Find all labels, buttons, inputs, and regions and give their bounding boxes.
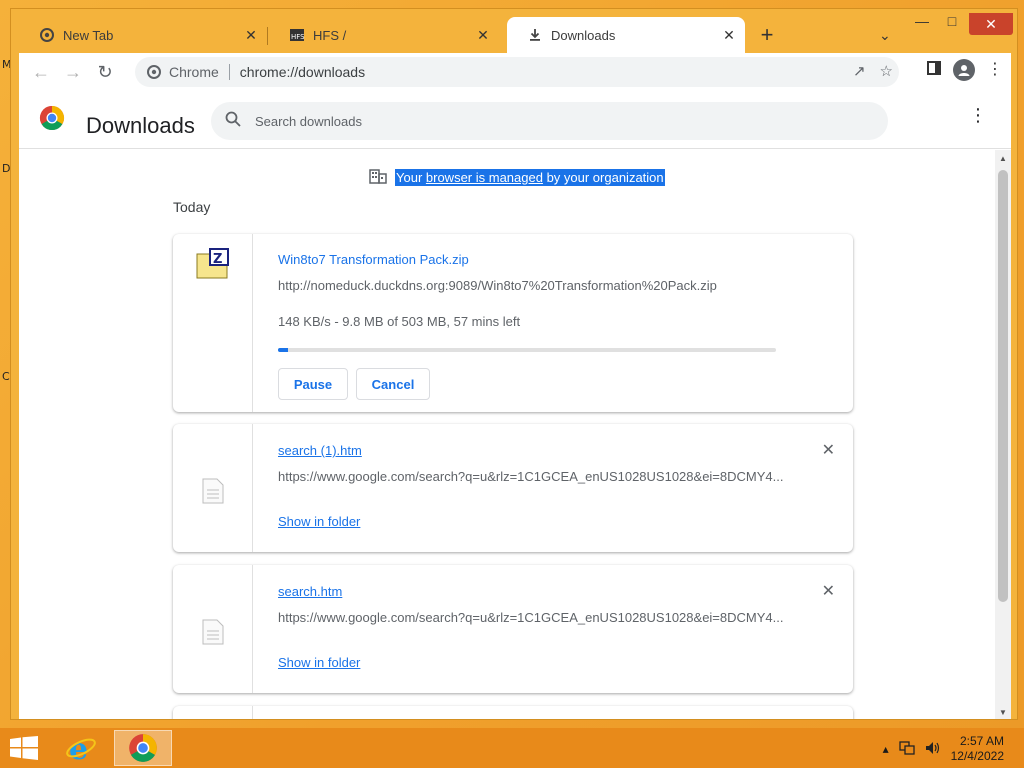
managed-link[interactable]: browser is managed <box>426 170 543 185</box>
tab-downloads[interactable]: Downloads ✕ <box>507 17 745 53</box>
profile-avatar-icon[interactable] <box>953 59 975 81</box>
download-status: 148 KB/s - 9.8 MB of 503 MB, 57 mins lef… <box>278 314 521 329</box>
scroll-down-arrow-icon[interactable]: ▼ <box>995 708 1011 717</box>
new-tab-button[interactable]: + <box>757 24 777 46</box>
minimize-button[interactable]: — <box>907 13 937 29</box>
download-file-name[interactable]: search.htm <box>278 584 342 599</box>
tab-title: Downloads <box>551 27 616 43</box>
scroll-up-arrow-icon[interactable]: ▲ <box>995 154 1011 163</box>
download-item: Z Win8to7 Transformation Pack.zip http:/… <box>173 234 853 412</box>
clock[interactable]: 2:57 AM 12/4/2022 <box>951 734 1004 764</box>
svg-text:Z: Z <box>213 252 222 267</box>
page-title: Downloads <box>86 113 195 138</box>
downloads-menu-icon[interactable]: ⋮ <box>969 106 987 124</box>
tab-close-icon[interactable]: ✕ <box>475 27 491 43</box>
maximize-button[interactable]: □ <box>937 13 967 29</box>
show-hidden-icons-chevron-icon[interactable]: ▴ <box>883 742 889 756</box>
file-icon-column: Z <box>173 234 253 412</box>
file-icon-column <box>173 706 253 719</box>
downloads-header: Downloads ⋮ <box>19 91 1011 149</box>
downloads-page: Downloads ⋮ Your browser is managed by y… <box>19 91 1011 719</box>
building-icon <box>369 168 387 187</box>
svg-text:e: e <box>69 732 88 764</box>
zip-file-icon: Z <box>196 248 230 412</box>
search-icon <box>225 111 241 132</box>
chrome-icon <box>39 27 55 43</box>
chrome-icon <box>147 65 161 79</box>
clock-time: 2:57 AM <box>959 734 1004 748</box>
download-progress-bar <box>278 348 776 352</box>
omnibox-divider <box>228 64 230 80</box>
back-button[interactable]: ← <box>25 56 57 88</box>
browser-window: — □ ✕ New Tab ✕ HFS HFS / ✕ Downloads ✕ … <box>10 8 1018 720</box>
download-item: search (1).htm ✕ https://www.google.com/… <box>173 424 853 552</box>
browser-toolbar: ← → ↻ Chrome chrome://downloads ↗ ☆ ⋮ <box>19 53 1011 91</box>
system-tray: ▴ 2:57 AM 12/4/2022 <box>883 734 1004 764</box>
desktop-icon-label[interactable]: C <box>2 370 10 383</box>
show-in-folder-link[interactable]: Show in folder <box>278 514 360 529</box>
internet-explorer-taskbar-button[interactable]: e <box>52 730 110 766</box>
download-file-name[interactable]: Win8to7 Transformation Pack.zip <box>278 252 469 267</box>
volume-icon[interactable] <box>925 741 941 758</box>
managed-notice: Your browser is managed by your organiza… <box>369 168 665 187</box>
tab-title: New Tab <box>63 27 114 43</box>
forward-button[interactable]: → <box>57 56 89 88</box>
start-button[interactable] <box>10 736 38 765</box>
scrollbar-thumb[interactable] <box>998 170 1008 602</box>
tab-new-tab[interactable]: New Tab ✕ <box>19 17 267 53</box>
cancel-button[interactable]: Cancel <box>356 368 430 400</box>
chrome-logo-icon <box>39 105 65 136</box>
document-icon <box>202 619 224 693</box>
address-bar[interactable]: Chrome chrome://downloads ↗ ☆ <box>135 57 899 87</box>
remove-item-close-icon[interactable]: ✕ <box>822 440 835 460</box>
reload-button[interactable]: ↻ <box>89 56 121 88</box>
download-url: http://nomeduck.duckdns.org:9089/Win8to7… <box>278 278 717 293</box>
pause-button[interactable]: Pause <box>278 368 348 400</box>
site-chip-label: Chrome <box>169 64 219 80</box>
tab-divider <box>267 27 268 45</box>
downloads-list: Your browser is managed by your organiza… <box>19 150 1011 719</box>
url-text[interactable]: chrome://downloads <box>240 64 365 80</box>
chrome-icon <box>129 734 157 762</box>
managed-prefix: Your <box>396 170 426 185</box>
hfs-icon: HFS <box>289 27 305 43</box>
managed-text: Your browser is managed by your organiza… <box>395 169 665 186</box>
download-file-name[interactable]: search (1).htm <box>278 443 362 458</box>
tab-search-chevron-icon[interactable]: ⌄ <box>879 27 891 44</box>
side-panel-icon[interactable] <box>927 60 941 80</box>
site-chip[interactable]: Chrome <box>147 64 219 80</box>
browser-menu-icon[interactable]: ⋮ <box>987 62 1003 78</box>
internet-explorer-icon: e <box>66 732 96 764</box>
share-icon[interactable]: ↗ <box>853 62 866 80</box>
window-close-button[interactable]: ✕ <box>969 13 1013 35</box>
document-icon <box>202 478 224 552</box>
clock-date: 12/4/2022 <box>950 749 1004 763</box>
file-icon-column <box>173 565 253 693</box>
windows-logo-icon <box>10 736 38 760</box>
date-group-label: Today <box>173 199 211 215</box>
download-url: https://www.google.com/search?q=u&rlz=1C… <box>278 469 784 484</box>
managed-suffix: by your organization <box>542 170 664 185</box>
file-icon-column <box>173 424 253 552</box>
taskbar: e ▴ 2:57 AM 12/4/2022 <box>0 728 1024 768</box>
progress-fill <box>278 348 288 352</box>
vertical-scrollbar[interactable]: ▲ ▼ <box>995 150 1011 719</box>
network-icon[interactable] <box>898 740 915 758</box>
tab-hfs[interactable]: HFS HFS / ✕ <box>269 17 499 53</box>
download-item: search.htm ✕ https://www.google.com/sear… <box>173 565 853 693</box>
bookmark-star-icon[interactable]: ☆ <box>880 62 893 80</box>
tab-close-icon[interactable]: ✕ <box>243 27 259 43</box>
download-item <box>173 706 853 719</box>
remove-item-close-icon[interactable]: ✕ <box>822 581 835 601</box>
search-box[interactable] <box>211 102 888 140</box>
tab-close-icon[interactable]: ✕ <box>721 27 737 43</box>
show-in-folder-link[interactable]: Show in folder <box>278 655 360 670</box>
tab-title: HFS / <box>313 27 347 43</box>
download-url: https://www.google.com/search?q=u&rlz=1C… <box>278 610 784 625</box>
chrome-taskbar-button[interactable] <box>114 730 172 766</box>
search-input[interactable] <box>255 113 815 129</box>
svg-text:HFS: HFS <box>291 33 305 41</box>
download-icon <box>527 27 543 43</box>
